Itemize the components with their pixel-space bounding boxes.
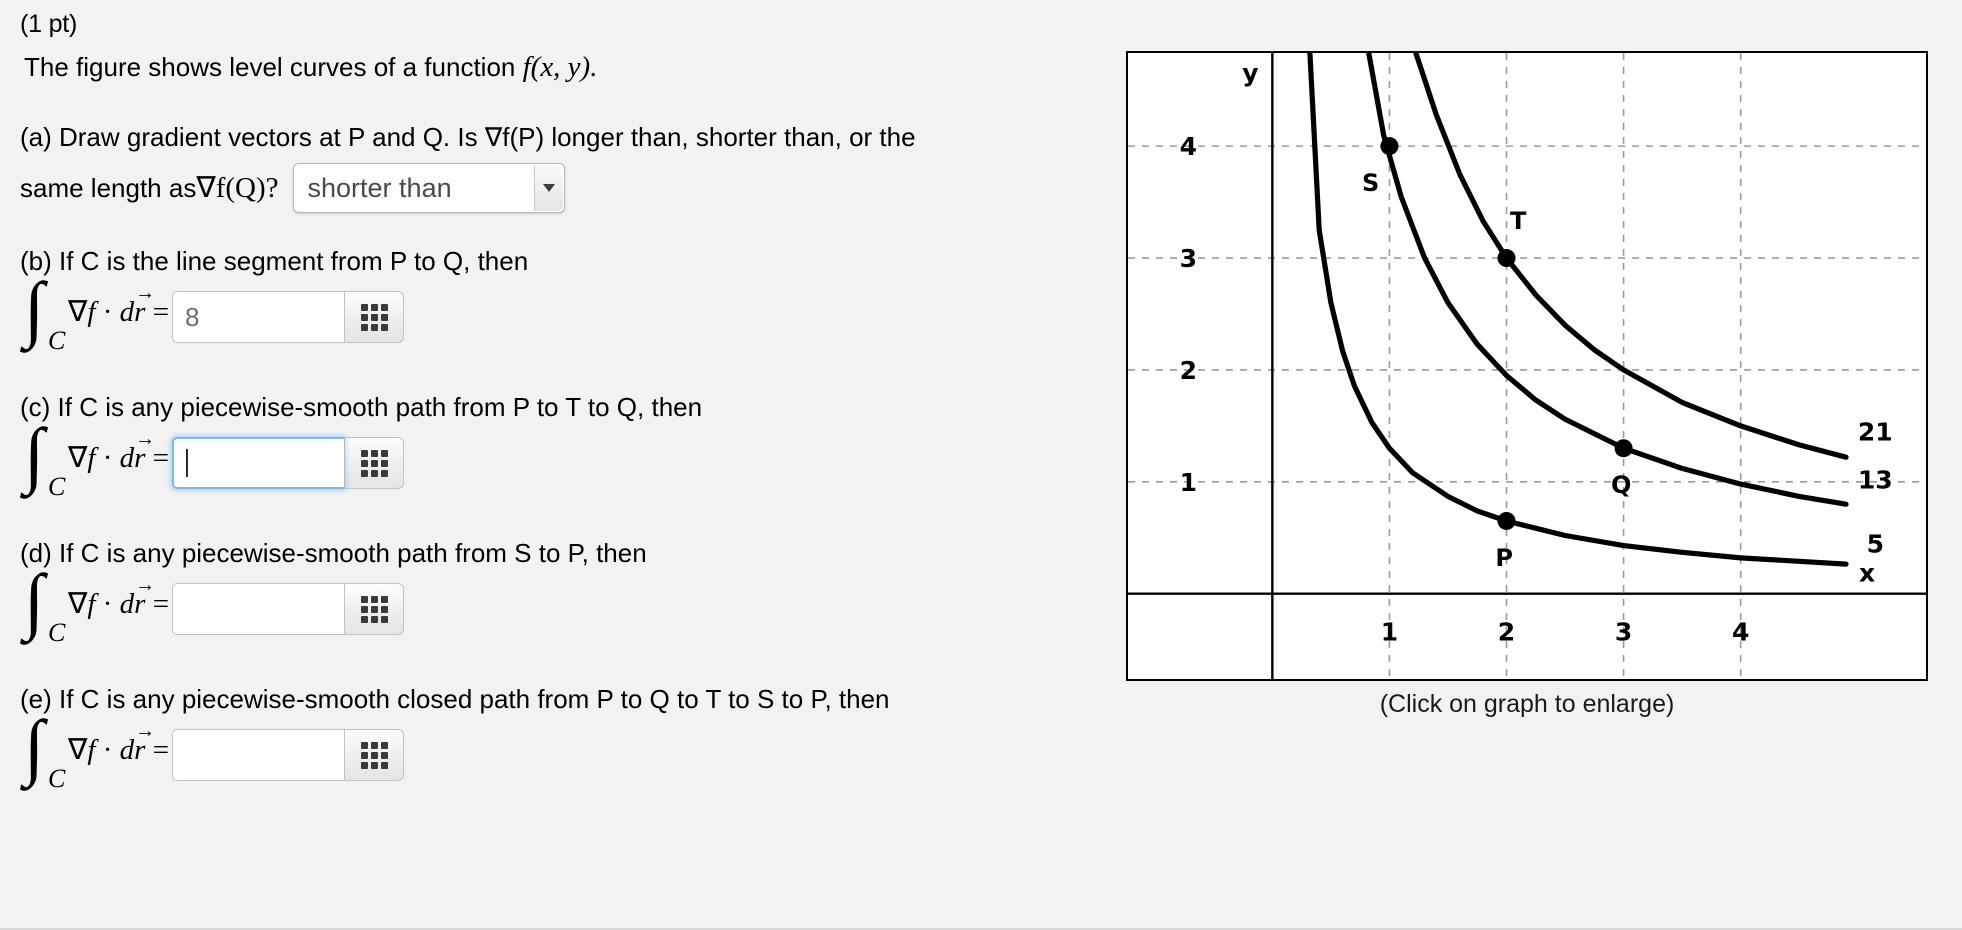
part-e-integral-expression: ∫ C ∇f · dr → = [20,710,172,796]
part-c-integral-expression: ∫ C ∇f · dr → = [20,418,172,504]
part-e-equals: = [152,734,170,766]
part-c-prompt: (c) If C is any piecewise-smooth path fr… [20,392,703,422]
graph-point-label: T [1510,207,1527,235]
part-e-integral-subscript: C [48,764,66,793]
keypad-grid-icon [360,595,388,623]
points-label: (1 pt) [20,10,78,38]
integral-sign-icon: ∫ [24,560,45,642]
function-symbol-f: f [522,51,531,83]
part-e-input-group [172,727,404,783]
part-b-input-group: 8 [172,289,404,345]
problem-intro-text: The figure shows level curves of a funct… [24,50,1100,84]
part-b-integral-expression: ∫ C ∇f · dr → = [20,272,172,358]
y-axis-tick-label: 3 [1180,244,1197,273]
part-c-integrand: ∇f · dr → = [68,428,170,474]
part-b-integrand: ∇f · dr → = [68,282,170,328]
part-b-keypad-button[interactable] [344,291,404,343]
part-d-keypad-button[interactable] [344,583,404,635]
part-e-integrand: ∇f · dr → = [68,720,170,766]
level-curve-label: 13 [1858,466,1893,495]
x-axis-tick-label: 1 [1381,618,1398,647]
part-b-equals: = [152,296,170,328]
x-axis-tick-label: 3 [1615,618,1632,647]
keypad-grid-icon [360,449,388,477]
integral-sign-icon: ∫ [24,268,45,350]
part-b-integral-subscript: C [48,326,66,355]
part-c-answer-row: ∫ C ∇f · dr → = [20,418,1100,504]
y-axis-tick-label: 4 [1180,132,1197,161]
part-d-answer-row: ∫ C ∇f · dr → = [20,564,1100,650]
x-axis-label: x [1859,559,1875,588]
level-curves-graph[interactable]: 1 2 3 4 1 2 3 4 y x 5 13 21 S T Q P [1126,51,1928,681]
part-a-text-1: (a) Draw gradient vectors at P and Q. Is… [20,122,916,152]
problem-statement-column: (1 pt) The figure shows level curves of … [20,8,1100,796]
part-a-math-2: ∇f(Q)? [196,172,279,204]
part-e-keypad-button[interactable] [344,729,404,781]
graph-point-marker [1614,439,1633,458]
text-cursor [186,449,188,477]
integral-sign-icon: ∫ [24,414,45,496]
problem-intro-prefix: The figure shows level curves of a funct… [24,52,523,82]
keypad-grid-icon [360,303,388,331]
part-c-answer-input[interactable] [172,437,344,489]
part-b-answer-row: ∫ C ∇f · dr → = 8 [20,272,1100,358]
triangle-down-glyph [542,184,555,192]
graph-point-marker [1497,511,1516,530]
level-curve-label: 5 [1867,529,1884,558]
function-arguments: (x, y). [530,51,598,83]
part-c-integral-subscript: C [48,472,66,501]
part-d-integral-subscript: C [48,618,66,647]
x-axis-tick-label: 4 [1732,618,1749,647]
graph-point-marker [1497,249,1516,268]
part-b-prompt: (b) If C is the line segment from P to Q… [20,246,529,276]
part-b-answer-input[interactable]: 8 [172,291,344,343]
graph-point-marker [1380,137,1399,156]
part-d-integrand: ∇f · dr → = [68,574,170,620]
part-e-prompt: (e) If C is any piecewise-smooth closed … [20,684,890,714]
x-axis-tick-label: 2 [1498,618,1515,647]
part-d-equals: = [152,588,170,620]
graph-enlarge-caption: (Click on graph to enlarge) [1379,690,1675,718]
page-root: (1 pt) The figure shows level curves of … [0,0,1962,930]
comparison-select[interactable]: shorter than [292,163,565,213]
part-c-equals: = [152,442,170,474]
part-d-answer-input[interactable] [172,583,344,635]
keypad-grid-icon [360,741,388,769]
chevron-down-icon[interactable] [533,165,563,211]
y-axis-tick-label: 1 [1180,468,1197,497]
level-curve-label: 21 [1858,417,1893,446]
graph-point-label: S [1362,169,1379,197]
part-e-answer-row: ∫ C ∇f · dr → = [20,710,1100,796]
y-axis-label: y [1242,58,1258,87]
part-c-input-group [172,435,404,491]
part-a-prompt-line2: same length as ∇f(Q)? shorter than [20,162,1100,214]
part-e-answer-input[interactable] [172,729,344,781]
graph-point-label: P [1495,544,1513,572]
level-curve [1412,51,1849,460]
graph-point-label: Q [1611,471,1631,499]
part-a-prompt-line1: (a) Draw gradient vectors at P and Q. Is… [20,120,1100,154]
graph-canvas[interactable]: 1 2 3 4 1 2 3 4 y x5 13 21 S T Q P [1126,51,1928,681]
part-a-text-2: same length as [20,173,197,203]
part-d-input-group [172,581,404,637]
part-d-prompt: (d) If C is any piecewise-smooth path fr… [20,538,647,568]
integral-sign-icon: ∫ [24,706,45,788]
y-axis-tick-label: 2 [1180,356,1197,385]
part-d-integral-expression: ∫ C ∇f · dr → = [20,564,172,650]
part-c-keypad-button[interactable] [344,437,404,489]
comparison-select-value: shorter than [307,173,452,203]
